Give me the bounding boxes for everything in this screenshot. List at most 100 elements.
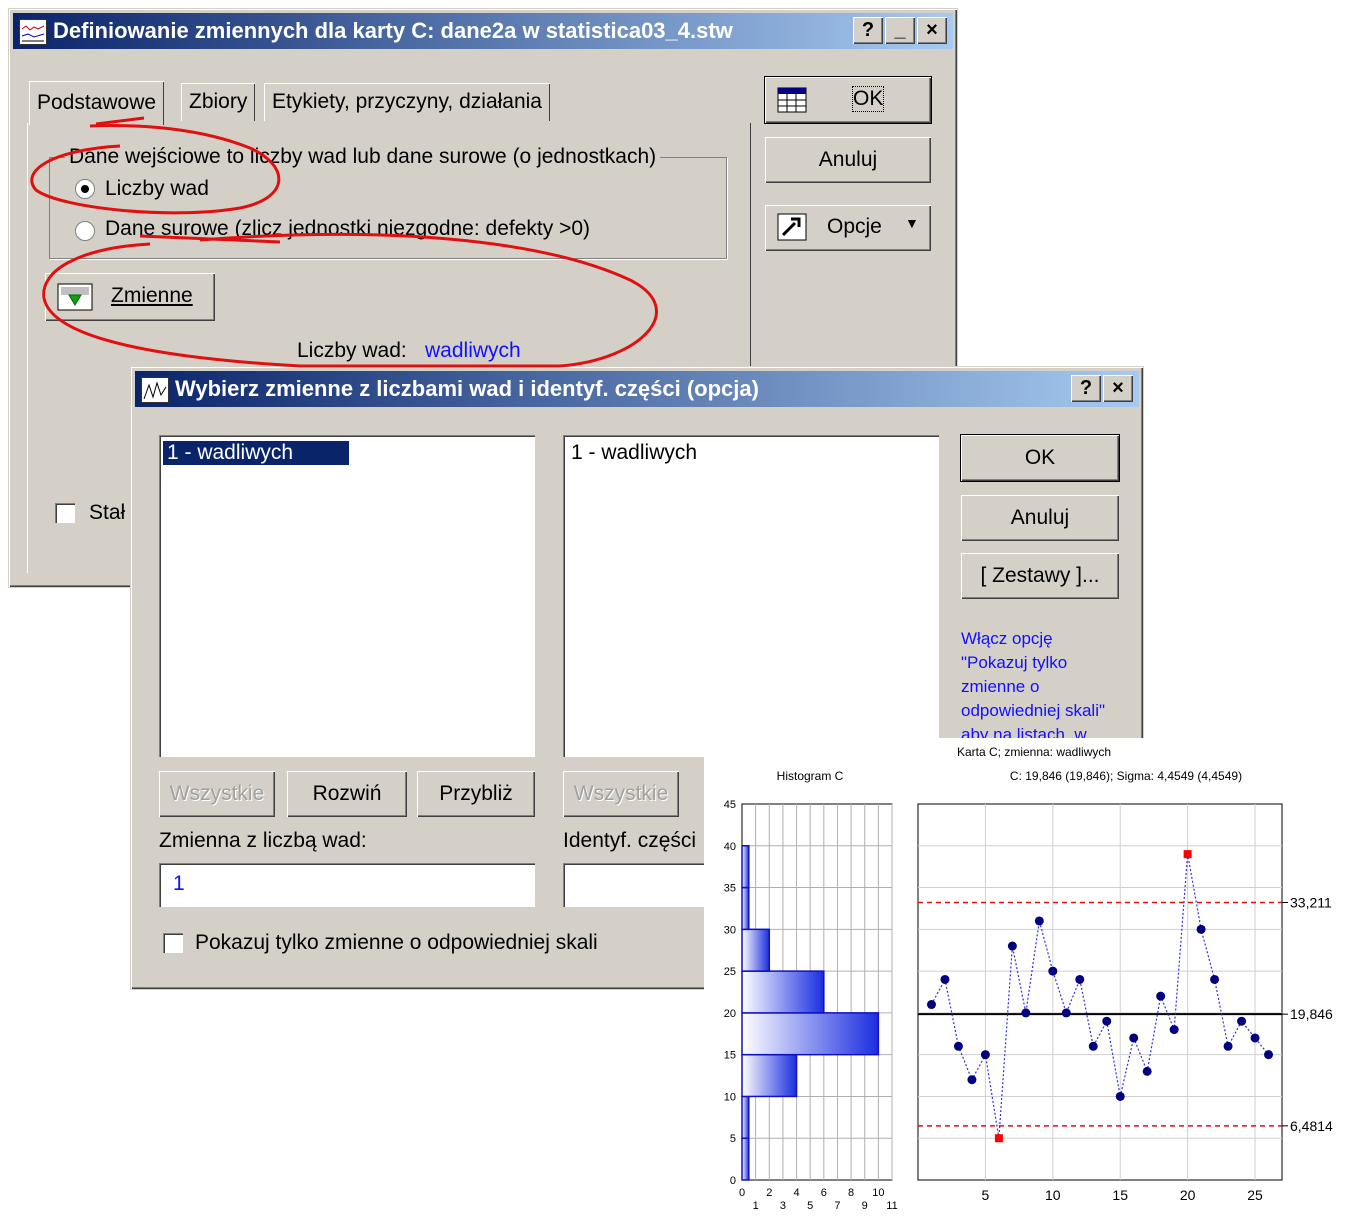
histogram-x-tick: 0 [739,1187,745,1199]
histogram-y-tick: 35 [724,883,736,895]
histogram-x-tick: 10 [872,1187,884,1199]
control-point [1210,974,1220,984]
radio-defect-counts[interactable] [75,179,95,199]
dropdown-arrow-icon: ▼ [905,215,919,231]
histogram-x-tick: 1 [753,1200,759,1212]
control-point [967,1075,977,1085]
control-point [953,1041,963,1051]
control-point-out [1183,850,1192,859]
tab-sets[interactable]: Zbiory [181,83,256,121]
help-icon[interactable]: ? [1071,375,1101,402]
select-all-button-2[interactable]: Wszystkie [563,771,679,817]
histogram-y-tick: 45 [724,799,736,811]
ok-button-label: OK [851,86,885,112]
control-point [1264,1050,1274,1060]
histogram-x-tick: 8 [848,1187,854,1199]
histogram-y-tick: 25 [724,966,736,978]
control-point-out [994,1134,1003,1143]
control-point [1115,1091,1125,1101]
list-item[interactable]: 1 - wadliwych [163,441,349,465]
histogram-x-tick: 9 [862,1200,868,1212]
ok-button[interactable]: OK [764,76,932,124]
control-chart-frame [917,803,1283,1181]
hint-text: Włącz opcję "Pokazuj tylko zmienne o odp… [961,627,1105,747]
control-x-tick: 25 [1247,1187,1263,1203]
tab-labels[interactable]: Etykiety, przyczyny, działania [264,83,550,121]
control-x-tick: 20 [1180,1187,1196,1203]
cancel-button[interactable]: Anuluj [961,495,1119,541]
cancel-button[interactable]: Anuluj [765,137,931,183]
tools-icon [777,213,807,241]
defect-variable-list[interactable]: 1 - wadliwych [159,435,535,757]
show-appropriate-scale-label: Pokazuj tylko zmienne o odpowiedniej ska… [195,931,598,954]
window-icon [19,19,47,45]
control-x-tick: 5 [982,1187,990,1203]
control-point [1156,991,1166,1001]
defect-variable-field[interactable]: 1 [159,863,535,907]
zoom-button[interactable]: Przybliż [417,771,535,817]
histogram-x-tick: 4 [793,1187,799,1199]
histogram-subtitle: Histogram C [777,769,844,783]
dialog1-title: Definiowanie zmiennych dla karty C: dane… [53,18,733,43]
part-id-list[interactable]: 1 - wadliwych [563,435,939,757]
control-point [1034,916,1044,926]
control-chart-subtitle: C: 19,846 (19,846); Sigma: 4,4549 (4,454… [1010,769,1242,783]
options-button[interactable]: Opcje ▼ [765,205,931,251]
control-point [1102,1016,1112,1026]
control-point [1007,941,1017,951]
dialog2-titlebar: Wybierz zmienne z liczbami wad i identyf… [135,371,1139,407]
control-point [940,974,950,984]
show-appropriate-scale-checkbox[interactable] [163,933,183,953]
control-limit-label: 6,4814 [1290,1118,1333,1134]
dialog2-title: Wybierz zmienne z liczbami wad i identyf… [175,376,759,401]
help-icon[interactable]: ? [853,17,883,44]
control-chart-panel: Karta C; zmienna: wadliwych Histogram C C:… [704,738,1364,1221]
chart-icon [141,377,169,403]
radio-raw-data[interactable] [75,221,95,241]
control-limit-label: 19,846 [1290,1006,1333,1022]
defect-counts-label: Liczby wad: [297,339,407,362]
hint-line: zmienne o [961,677,1040,696]
constant-checkbox[interactable] [55,503,75,523]
defect-variable-label: Zmienna z liczbą wad: [159,829,367,852]
variables-button-label: Zmienne [111,284,193,307]
control-limit-label: 33,211 [1290,895,1332,911]
histogram-bar [741,1053,798,1098]
chart-title: Karta C; zmienna: wadliwych [957,745,1111,759]
control-point [1048,966,1058,976]
ok-button[interactable]: OK [960,434,1120,482]
histogram-x-tick: 11 [886,1200,897,1212]
control-point [1021,1008,1031,1018]
control-point [1142,1066,1152,1076]
expand-button[interactable]: Rozwiń [287,771,407,817]
histogram-y-tick: 10 [724,1091,736,1103]
close-icon[interactable]: × [917,17,947,44]
list-item[interactable]: 1 - wadliwych [567,441,701,465]
histogram-y-tick: 5 [730,1133,736,1145]
hint-line: Włącz opcję [961,629,1053,648]
select-all-button[interactable]: Wszystkie [159,771,275,817]
input-data-group [49,157,727,259]
radio-defect-counts-label: Liczby wad [105,177,209,200]
control-point [980,1050,990,1060]
histogram-x-tick: 7 [834,1200,840,1212]
histogram-y-tick: 15 [724,1050,736,1062]
histogram-bar [741,970,825,1014]
sets-button[interactable]: [ Zestawy ]... [961,553,1119,599]
defect-counts-value: wadliwych [425,339,521,362]
histogram-x-tick: 3 [780,1200,786,1212]
minimize-icon[interactable]: _ [885,17,915,44]
control-point [1129,1033,1139,1043]
part-id-label: Identyf. części [563,829,697,852]
control-chart: Karta C; zmienna: wadliwych Histogram C C:… [724,745,1333,1212]
close-icon[interactable]: × [1103,375,1133,402]
tab-basic[interactable]: Podstawowe [29,81,165,125]
histogram-bar [741,1095,750,1139]
hint-line: "Pokazuj tylko [961,653,1068,672]
control-point [1237,1016,1247,1026]
variables-button[interactable]: Zmienne [45,273,215,321]
histogram-bar [741,1012,880,1056]
control-point [1061,1008,1071,1018]
control-point [1223,1041,1233,1051]
histogram-bar [741,928,771,972]
